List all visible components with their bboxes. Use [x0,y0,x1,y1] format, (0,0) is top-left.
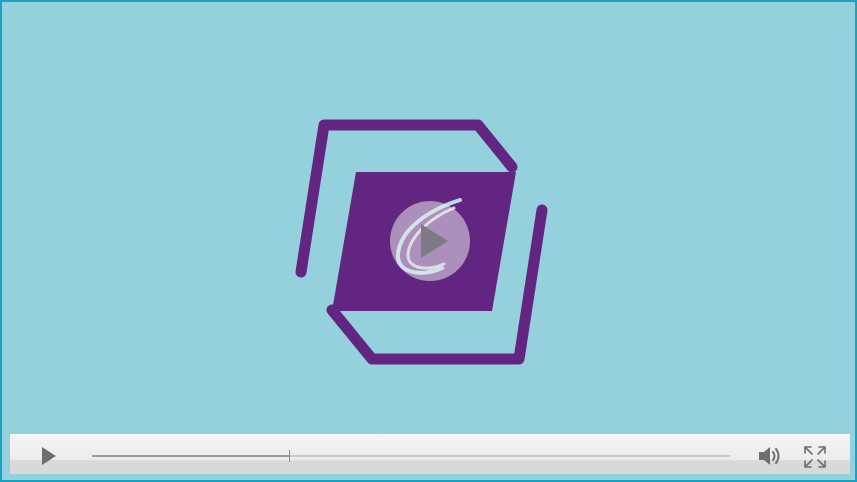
fullscreen-button[interactable] [802,444,828,470]
progress-bar[interactable] [92,450,730,462]
progress-handle[interactable] [288,450,290,462]
control-bar [10,434,850,474]
volume-button[interactable] [757,443,785,469]
play-icon [421,224,448,258]
play-button[interactable] [34,444,62,468]
play-icon [42,447,56,465]
video-player[interactable] [0,0,857,482]
big-play-button[interactable] [390,201,470,281]
fullscreen-icon [804,446,826,468]
volume-icon [759,447,780,465]
progress-played [92,455,290,457]
